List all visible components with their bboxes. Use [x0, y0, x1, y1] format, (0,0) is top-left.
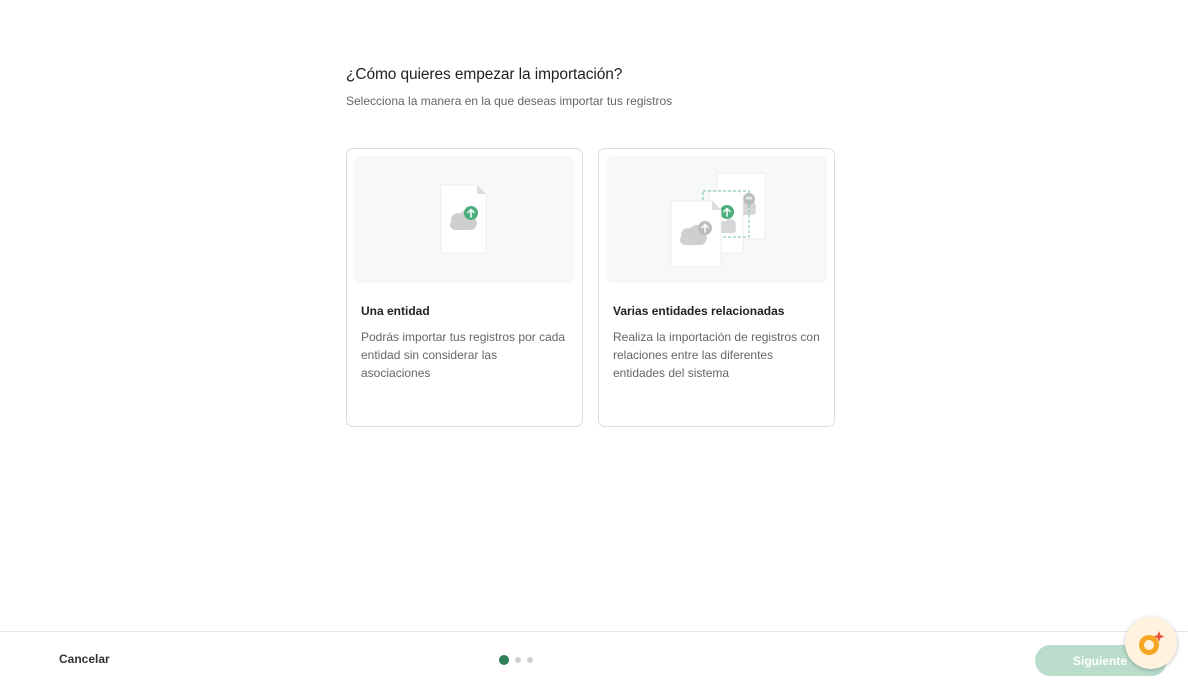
- option-card-related-entities[interactable]: Varias entidades relacionadas Realiza la…: [598, 148, 835, 427]
- step-dot: [527, 657, 533, 663]
- page-header: ¿Cómo quieres empezar la importación? Se…: [346, 64, 946, 109]
- page-subtitle: Selecciona la manera en la que deseas im…: [346, 94, 673, 108]
- single-file-upload-icon: [354, 156, 575, 283]
- option-card-single-entity[interactable]: Una entidad Podrás importar tus registro…: [346, 148, 583, 427]
- page-title: ¿Cómo quieres empezar la importación?: [346, 66, 623, 83]
- option-title: Una entidad: [361, 304, 430, 318]
- step-dot-active: [499, 655, 509, 665]
- option-description: Podrás importar tus registros por cada e…: [361, 330, 566, 380]
- assistant-sparkle-icon[interactable]: [1125, 617, 1177, 669]
- option-description: Realiza la importación de registros con …: [613, 330, 820, 380]
- option-title: Varias entidades relacionadas: [613, 304, 785, 318]
- step-dot: [515, 657, 521, 663]
- cancel-button[interactable]: Cancelar: [59, 652, 110, 666]
- multi-file-upload-icon: [606, 156, 827, 283]
- step-indicator: [499, 655, 533, 665]
- import-options: Una entidad Podrás importar tus registro…: [346, 148, 835, 427]
- wizard-footer: Cancelar Siguiente: [0, 631, 1188, 685]
